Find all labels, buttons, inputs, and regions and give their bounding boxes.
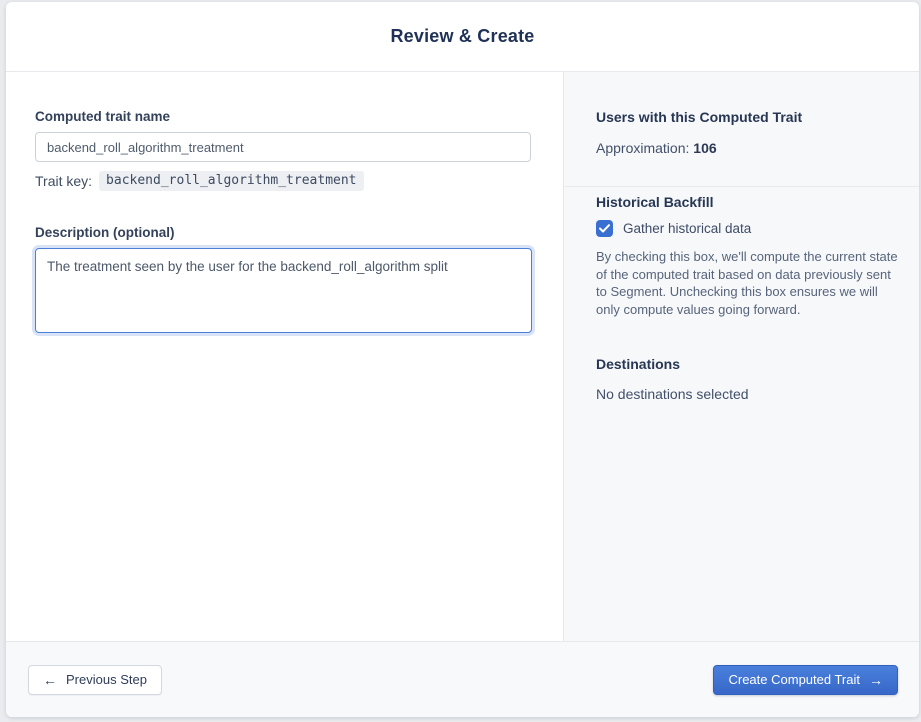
check-icon xyxy=(599,224,610,233)
dialog-body: Computed trait name Trait key: backend_r… xyxy=(6,72,919,641)
arrow-left-icon: ← xyxy=(43,671,57,688)
approximation-label: Approximation: xyxy=(596,140,690,156)
backfill-description: By checking this box, we'll compute the … xyxy=(596,249,898,317)
trait-name-label: Computed trait name xyxy=(35,109,171,124)
description-block: Description (optional) The treatment see… xyxy=(35,225,537,338)
backfill-heading: Historical Backfill xyxy=(596,194,714,210)
gather-historical-data-checkbox[interactable] xyxy=(596,220,613,237)
trait-key-row: Trait key: backend_roll_algorithm_treatm… xyxy=(35,171,537,191)
create-label: Create Computed Trait xyxy=(728,672,860,687)
previous-step-label: Previous Step xyxy=(66,672,147,687)
backfill-checkbox-label: Gather historical data xyxy=(623,221,752,236)
dialog-header: Review & Create xyxy=(6,2,919,72)
users-heading: Users with this Computed Trait xyxy=(596,109,803,125)
description-label: Description (optional) xyxy=(35,225,175,240)
trait-key-label: Trait key: xyxy=(35,173,93,189)
trait-form-panel: Computed trait name Trait key: backend_r… xyxy=(6,72,563,641)
trait-name-input[interactable] xyxy=(35,132,531,162)
previous-step-button[interactable]: ← Previous Step xyxy=(28,664,162,695)
approximation-row: Approximation: 106 xyxy=(596,140,901,156)
review-create-dialog: Review & Create Computed trait name Trai… xyxy=(6,2,919,717)
dialog-footer: ← Previous Step Create Computed Trait → xyxy=(6,641,919,717)
section-divider xyxy=(564,186,919,187)
trait-key-chip: backend_roll_algorithm_treatment xyxy=(99,171,364,191)
create-computed-trait-button[interactable]: Create Computed Trait → xyxy=(713,664,898,695)
arrow-right-icon: → xyxy=(869,671,883,688)
trait-summary-panel: Users with this Computed Trait Approxima… xyxy=(563,72,919,641)
destinations-heading: Destinations xyxy=(596,356,681,372)
destinations-empty-text: No destinations selected xyxy=(596,386,749,402)
description-textarea[interactable]: The treatment seen by the user for the b… xyxy=(35,248,532,333)
backfill-checkbox-row: Gather historical data xyxy=(596,220,901,237)
page-title: Review & Create xyxy=(390,26,535,46)
approximation-value: 106 xyxy=(693,140,717,156)
